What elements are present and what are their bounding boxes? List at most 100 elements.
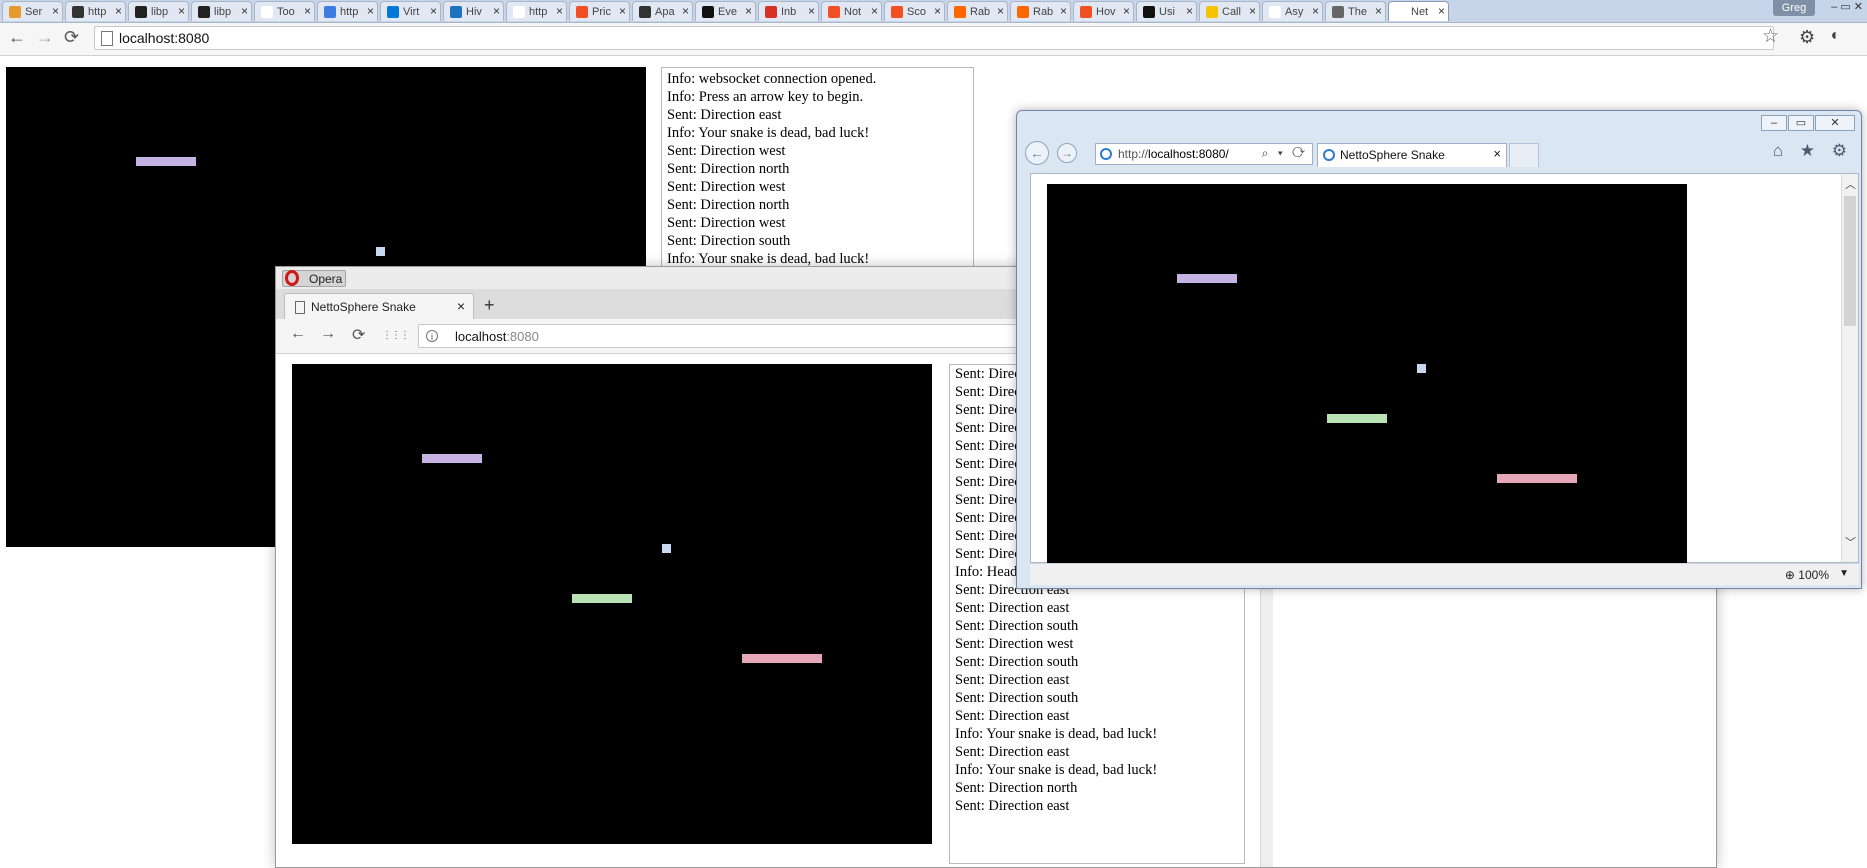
close-tab-icon[interactable]: ×: [682, 4, 689, 18]
zoom-dropdown-icon[interactable]: ▼: [1839, 568, 1849, 579]
close-tab-icon[interactable]: ×: [556, 4, 563, 18]
audio-icon[interactable]: ◖: [1829, 27, 1839, 45]
chrome-tab[interactable]: http ×: [317, 1, 378, 21]
reload-icon[interactable]: ⟳: [352, 325, 365, 345]
zoom-level[interactable]: ⊕ 100%: [1785, 568, 1829, 582]
close-tab-icon[interactable]: ×: [241, 4, 248, 18]
close-tab-icon[interactable]: ×: [52, 4, 59, 18]
chrome-tab[interactable]: Not ×: [821, 1, 882, 21]
chrome-tab[interactable]: http ×: [65, 1, 126, 21]
forward-icon[interactable]: →: [36, 27, 54, 48]
chrome-address-bar[interactable]: localhost:8080: [94, 26, 1774, 50]
close-button[interactable]: ✕: [1815, 115, 1855, 131]
chrome-tab-strip: Ser × http × libp × libp × Too × http × Virt × Hiv × htt…: [0, 0, 1867, 23]
close-tab-icon[interactable]: ×: [745, 4, 752, 18]
chrome-tab[interactable]: Apa ×: [632, 1, 693, 21]
minimize-button[interactable]: –: [1761, 115, 1787, 131]
new-tab-icon[interactable]: +: [484, 295, 495, 316]
chrome-tab[interactable]: The ×: [1325, 1, 1386, 21]
forward-icon[interactable]: →: [1057, 143, 1077, 163]
chrome-window-controls[interactable]: – ▭ ✕: [1831, 0, 1863, 13]
snake: [422, 454, 482, 463]
bookmark-star-icon[interactable]: ☆: [1762, 25, 1779, 48]
log-line: Sent: Direction east: [955, 600, 1070, 616]
chrome-tab-title: libp: [214, 6, 232, 18]
log-line: Sent: Direction south: [667, 233, 791, 249]
chrome-tab[interactable]: Net ×: [1388, 1, 1449, 21]
back-icon[interactable]: ←: [290, 325, 306, 343]
favicon-icon: [639, 6, 651, 18]
scroll-thumb[interactable]: [1844, 196, 1856, 326]
forward-icon[interactable]: →: [320, 325, 336, 343]
chrome-tab[interactable]: Ser ×: [2, 1, 63, 21]
close-tab-icon[interactable]: ×: [493, 4, 500, 18]
close-tab-icon[interactable]: ×: [619, 4, 626, 18]
close-tab-icon[interactable]: ×: [1186, 4, 1193, 18]
chrome-tab[interactable]: Virt ×: [380, 1, 441, 21]
chrome-tab-title: libp: [151, 6, 169, 18]
favicon-icon: [513, 6, 525, 18]
new-tab-button[interactable]: [1509, 143, 1539, 167]
close-tab-icon[interactable]: ×: [997, 4, 1004, 18]
close-tab-icon[interactable]: ×: [1493, 146, 1501, 161]
ie-tab-title: NettoSphere Snake: [1340, 148, 1445, 162]
address-controls[interactable]: ⌕ ▾ ⟳: [1262, 146, 1308, 161]
close-tab-icon[interactable]: ×: [367, 4, 374, 18]
log-line: Info: Your snake is dead, bad luck!: [955, 726, 1158, 742]
chrome-tab[interactable]: libp ×: [191, 1, 252, 21]
chrome-tab[interactable]: Too ×: [254, 1, 315, 21]
ie-toolbar-icons[interactable]: ⌂ ★ ⚙: [1773, 141, 1853, 161]
chrome-tab[interactable]: http ×: [506, 1, 567, 21]
chrome-tab[interactable]: Sco ×: [884, 1, 945, 21]
zoom-value: 100%: [1798, 568, 1829, 582]
scroll-down-icon[interactable]: ﹀: [1845, 534, 1856, 550]
ie-status-bar: ⊕ 100% ▼: [1030, 563, 1859, 585]
opera-game-canvas[interactable]: [292, 364, 932, 844]
favicon-icon: [576, 6, 588, 18]
favicon-icon: [261, 6, 273, 18]
chrome-user-badge[interactable]: Greg: [1773, 0, 1815, 16]
close-tab-icon[interactable]: ×: [1438, 4, 1445, 18]
close-tab-icon[interactable]: ×: [934, 4, 941, 18]
speed-dial-icon[interactable]: ⋮⋮⋮: [382, 330, 410, 341]
close-tab-icon[interactable]: ×: [808, 4, 815, 18]
close-tab-icon[interactable]: ×: [457, 298, 465, 314]
log-line: Sent: Direction west: [667, 215, 786, 231]
scroll-up-icon[interactable]: ︿: [1845, 176, 1856, 192]
back-icon[interactable]: ←: [8, 27, 26, 48]
chrome-tab[interactable]: Rab ×: [947, 1, 1008, 21]
close-tab-icon[interactable]: ×: [178, 4, 185, 18]
ie-scrollbar[interactable]: ︿ ﹀: [1841, 174, 1858, 562]
maximize-button[interactable]: ▭: [1788, 115, 1814, 131]
ie-tab[interactable]: NettoSphere Snake ×: [1317, 143, 1507, 167]
opera-tab[interactable]: NettoSphere Snake ×: [284, 293, 474, 319]
chrome-tab[interactable]: Asy ×: [1262, 1, 1323, 21]
close-tab-icon[interactable]: ×: [115, 4, 122, 18]
chrome-tab[interactable]: Rab ×: [1010, 1, 1071, 21]
ie-address-bar[interactable]: http://localhost:8080/ ⌕ ▾ ⟳: [1095, 143, 1313, 165]
close-tab-icon[interactable]: ×: [1312, 4, 1319, 18]
settings-icon[interactable]: ⚙: [1799, 27, 1815, 48]
chrome-tab[interactable]: Inb ×: [758, 1, 819, 21]
close-tab-icon[interactable]: ×: [1375, 4, 1382, 18]
opera-logo-icon: [285, 270, 299, 286]
close-tab-icon[interactable]: ×: [1123, 4, 1130, 18]
chrome-tab[interactable]: libp ×: [128, 1, 189, 21]
ie-game-canvas[interactable]: [1047, 184, 1687, 569]
close-tab-icon[interactable]: ×: [430, 4, 437, 18]
chrome-tab[interactable]: Pric ×: [569, 1, 630, 21]
chrome-tab[interactable]: Eve ×: [695, 1, 756, 21]
reload-icon[interactable]: ⟳: [64, 27, 79, 48]
info-icon[interactable]: i: [426, 330, 438, 342]
log-line: Sent: Direction west: [667, 143, 786, 159]
chrome-tab[interactable]: Hiv ×: [443, 1, 504, 21]
close-tab-icon[interactable]: ×: [304, 4, 311, 18]
close-tab-icon[interactable]: ×: [1060, 4, 1067, 18]
chrome-tab[interactable]: Call ×: [1199, 1, 1260, 21]
close-tab-icon[interactable]: ×: [1249, 4, 1256, 18]
back-icon[interactable]: ←: [1025, 141, 1049, 165]
opera-menu-button[interactable]: Opera: [282, 270, 346, 287]
chrome-tab[interactable]: Usi ×: [1136, 1, 1197, 21]
close-tab-icon[interactable]: ×: [871, 4, 878, 18]
chrome-tab[interactable]: Hov ×: [1073, 1, 1134, 21]
